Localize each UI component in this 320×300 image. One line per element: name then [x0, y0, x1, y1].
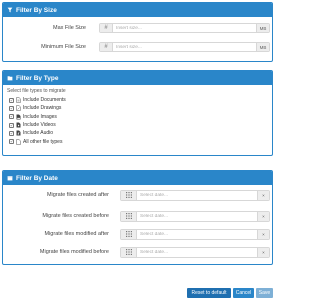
- hash-icon: #: [100, 43, 113, 51]
- minimum-file-size-input[interactable]: [113, 43, 256, 51]
- calendar-grid-icon[interactable]: [121, 229, 137, 239]
- document-icon: [16, 97, 21, 103]
- calendar-grid-icon[interactable]: [121, 247, 137, 257]
- max-file-size-label: Max File Size: [52, 25, 86, 31]
- filter-by-type-panel: Filter By Type Select file types to migr…: [2, 70, 273, 156]
- file-icon: [16, 138, 21, 145]
- audio-icon: [16, 130, 21, 136]
- file-type-documents[interactable]: Include Documents: [9, 96, 268, 104]
- filter-by-type-header: Filter By Type: [3, 71, 272, 85]
- clear-icon[interactable]: ×: [257, 190, 269, 200]
- file-type-audio[interactable]: Include Audio: [9, 129, 268, 137]
- drawings-checkbox[interactable]: [9, 105, 14, 111]
- max-file-size-field: # MB: [99, 23, 270, 33]
- file-type-drawings[interactable]: Include Drawings: [9, 104, 268, 112]
- filter-by-type-title: Filter By Type: [16, 74, 59, 82]
- calendar-grid-icon[interactable]: [121, 211, 137, 221]
- clear-icon[interactable]: ×: [257, 211, 269, 221]
- clear-icon[interactable]: ×: [257, 247, 269, 257]
- drawing-icon: [16, 105, 21, 112]
- minimum-file-size-label: Minimum File Size: [41, 44, 86, 50]
- file-type-label: Include Images: [23, 113, 57, 120]
- modified-after-label: Migrate files modified after: [44, 231, 110, 237]
- filter-by-size-header: Filter By Size: [3, 3, 272, 17]
- created-before-input[interactable]: [137, 211, 257, 221]
- file-type-label: Include Documents: [23, 97, 66, 104]
- file-type-label: Include Videos: [23, 122, 56, 129]
- filter-by-date-header: Filter By Date: [3, 171, 272, 185]
- file-type-label: Include Audio: [23, 130, 54, 137]
- filter-by-date-panel: Filter By Date Migrate files created aft…: [2, 170, 273, 265]
- other-types-checkbox[interactable]: [9, 139, 14, 145]
- filter-by-size-title: Filter By Size: [16, 6, 57, 14]
- filter-by-size-panel: Filter By Size Max File Size # MB Minimu…: [2, 2, 273, 62]
- video-icon: [16, 122, 21, 128]
- calendar-grid-icon[interactable]: [121, 190, 137, 200]
- image-icon: [16, 114, 21, 120]
- minimum-file-size-field: # MB: [99, 42, 270, 52]
- file-type-videos[interactable]: Include Videos: [9, 121, 268, 129]
- cancel-button[interactable]: Cancel: [233, 288, 254, 298]
- file-type-label: All other file types: [23, 138, 63, 145]
- hash-icon: #: [100, 24, 113, 32]
- max-file-size-input[interactable]: [113, 24, 256, 32]
- modified-after-input[interactable]: [137, 229, 257, 239]
- file-type-other[interactable]: All other file types: [9, 137, 268, 145]
- file-type-images[interactable]: Include Images: [9, 113, 268, 121]
- images-checkbox[interactable]: [9, 114, 14, 120]
- max-file-size-unit: MB: [256, 24, 269, 32]
- filter-by-date-title: Filter By Date: [16, 174, 58, 182]
- filter-icon: [7, 7, 13, 13]
- created-after-input[interactable]: [137, 190, 257, 200]
- documents-checkbox[interactable]: [9, 97, 14, 103]
- calendar-icon: [7, 175, 13, 181]
- videos-checkbox[interactable]: [9, 122, 14, 128]
- file-type-label: Include Drawings: [23, 105, 62, 112]
- created-before-label: Migrate files created before: [42, 213, 109, 219]
- created-before-field: ×: [120, 210, 270, 222]
- file-type-list: Include Documents Include Drawings Inclu…: [7, 96, 268, 146]
- modified-after-field: ×: [120, 228, 270, 240]
- minimum-file-size-unit: MB: [256, 43, 269, 51]
- save-button[interactable]: Save: [256, 288, 273, 298]
- folder-icon: [7, 75, 13, 81]
- modified-before-field: ×: [120, 246, 270, 258]
- clear-icon[interactable]: ×: [257, 229, 269, 239]
- created-after-label: Migrate files created after: [46, 192, 109, 198]
- reset-to-default-button[interactable]: Reset to default: [187, 288, 231, 298]
- audio-checkbox[interactable]: [9, 130, 14, 136]
- created-after-field: ×: [120, 189, 270, 201]
- file-types-intro: Select file types to migrate: [7, 88, 66, 94]
- modified-before-input[interactable]: [137, 247, 257, 257]
- modified-before-label: Migrate files modified before: [39, 249, 109, 255]
